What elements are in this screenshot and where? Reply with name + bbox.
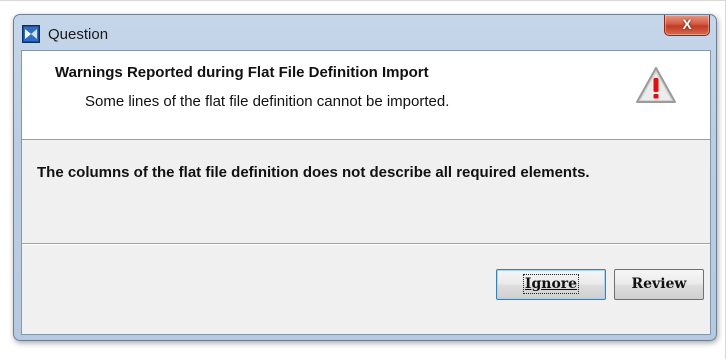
screenshot-canvas: Question X Warnings Reported during Flat…	[0, 0, 727, 360]
dialog-content: Warnings Reported during Flat File Defin…	[21, 50, 711, 335]
review-button[interactable]: Review	[614, 269, 704, 300]
review-button-label: Review	[631, 276, 687, 292]
question-dialog: Question X Warnings Reported during Flat…	[13, 14, 717, 341]
header-title: Warnings Reported during Flat File Defin…	[55, 64, 429, 81]
header-subtitle: Some lines of the flat file definition c…	[85, 93, 450, 110]
jdeveloper-app-icon	[22, 25, 40, 43]
title-bar[interactable]: Question X	[14, 15, 716, 49]
close-icon: X	[682, 16, 692, 32]
button-divider	[22, 243, 710, 245]
message-text: The columns of the flat file definition …	[37, 164, 590, 181]
close-button[interactable]: X	[664, 15, 710, 36]
ignore-button-label: Ignore	[522, 274, 580, 294]
message-header: Warnings Reported during Flat File Defin…	[22, 51, 710, 140]
ignore-button[interactable]: Ignore	[496, 269, 606, 300]
warning-triangle-icon	[634, 65, 678, 105]
window-title: Question	[48, 26, 109, 43]
